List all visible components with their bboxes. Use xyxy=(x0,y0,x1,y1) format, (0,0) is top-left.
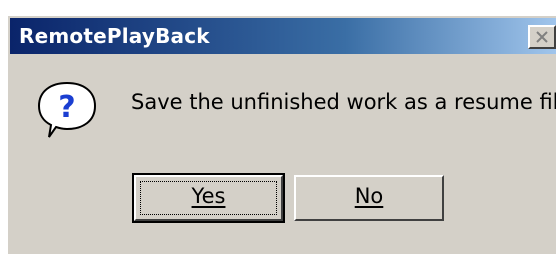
close-icon xyxy=(536,31,548,43)
question-icon: ? xyxy=(37,81,97,138)
close-button[interactable] xyxy=(528,25,556,49)
title-bar[interactable]: RemotePlayBack xyxy=(10,18,556,54)
dialog-message: Save the unfinished work as a resume fil… xyxy=(131,90,556,114)
no-button-label: No xyxy=(354,184,384,208)
no-button[interactable]: No xyxy=(294,175,444,221)
yes-button[interactable]: Yes xyxy=(132,173,285,223)
window-title: RemotePlayBack xyxy=(19,24,210,48)
svg-text:?: ? xyxy=(58,90,75,125)
yes-button-label: Yes xyxy=(191,184,226,208)
